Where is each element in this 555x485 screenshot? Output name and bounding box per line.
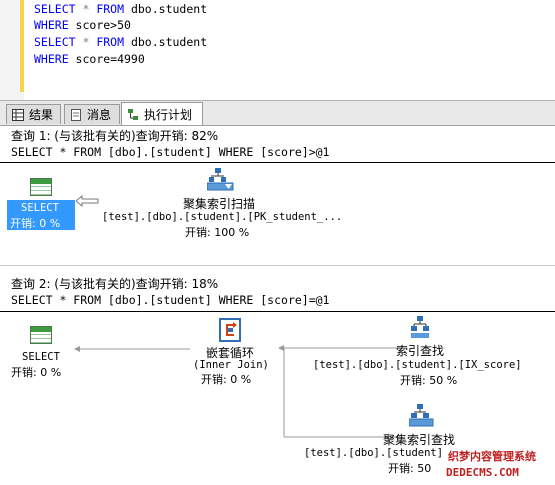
cseek-node-cost: 开销: 50: [388, 462, 432, 475]
seek-node-title: 索引查找: [396, 344, 445, 358]
seek-node-detail: [test].[dbo].[student].[IX_score]: [313, 359, 522, 371]
plan-connectors: [74, 345, 400, 438]
index-seek-icon[interactable]: [409, 316, 433, 344]
watermark-line2: DEDECMS.COM: [446, 466, 519, 479]
loop-node-cost: 开销: 0 %: [201, 373, 252, 386]
seek-node-cost: 开销: 50 %: [400, 374, 458, 387]
loop-node-sub: (Inner Join): [193, 359, 269, 371]
cseek-node-title: 聚集索引查找: [383, 433, 456, 447]
cseek-node-detail: [test].[dbo].[student]: [304, 447, 444, 459]
clustered-index-seek-icon[interactable]: [408, 404, 435, 432]
watermark-line1: 织梦内容管理系统: [448, 450, 536, 463]
